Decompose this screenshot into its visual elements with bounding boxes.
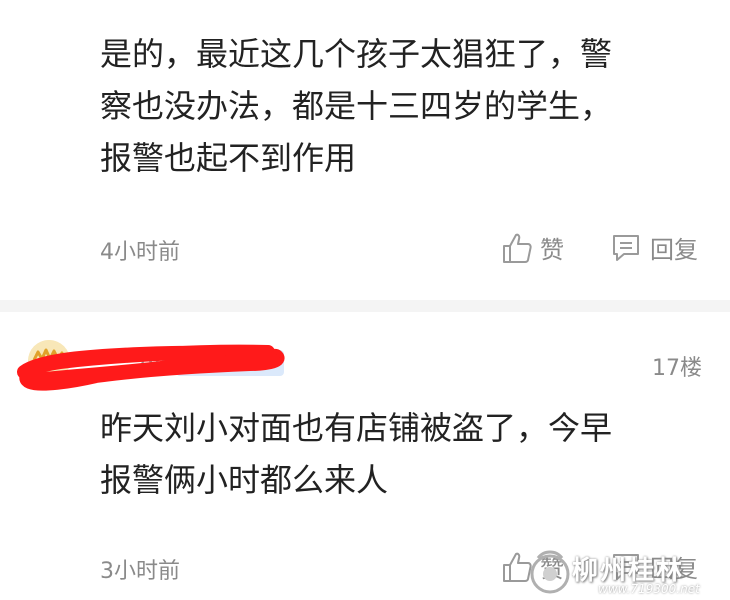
like-label: 赞 [540,236,564,264]
watermark-logo-icon [530,550,570,594]
thumbs-up-icon [502,232,532,264]
watermark-url: www.719300.net [598,582,700,596]
comment-1-like-button[interactable]: 赞 [502,230,564,265]
comment-2-line-2: 报警俩小时都么来人 [100,461,389,499]
floor-number: 17楼 [652,356,702,381]
comment-2-timestamp: 3小时前 [100,559,180,584]
comment-1-reply-button[interactable]: 回复 [610,230,698,265]
redaction-scribble [17,344,285,391]
watermark: 柳州桂林 www.719300.net [528,548,728,598]
reply-label: 回复 [650,236,698,264]
comment-2-line-1: 昨天刘小对面也有店铺被盗了，今早 [100,409,613,447]
reply-bubble-icon [610,232,642,264]
comment-2-text: 昨天刘小对面也有店铺被盗了，今早 报警俩小时都么来人 [100,402,660,506]
